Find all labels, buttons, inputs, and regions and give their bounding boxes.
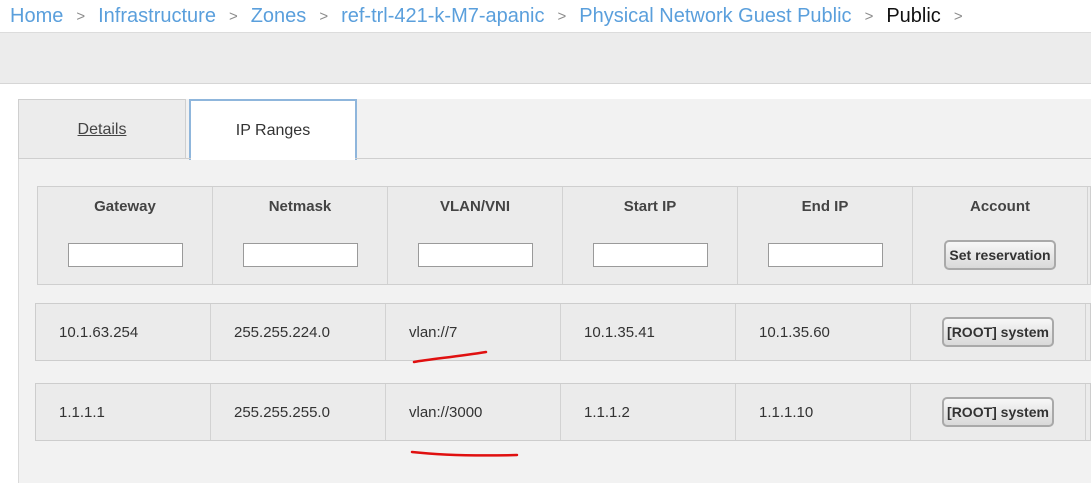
cell-start-ip: 1.1.1.2 [561, 384, 736, 440]
breadcrumb-infrastructure[interactable]: Infrastructure [98, 5, 216, 28]
form-cell-end-ip [738, 225, 913, 284]
vlan-input[interactable] [417, 242, 533, 267]
tab-details-label: Details [77, 120, 127, 138]
column-header-end-ip: End IP [738, 187, 913, 225]
add-range-form: Set reservation [37, 225, 1091, 285]
column-header-netmask: Netmask [213, 187, 388, 225]
start-ip-input[interactable] [592, 242, 708, 267]
account-button[interactable]: [ROOT] system [942, 397, 1054, 427]
chevron-right-icon: > [76, 7, 86, 25]
gateway-input[interactable] [67, 242, 183, 267]
account-button[interactable]: [ROOT] system [942, 317, 1054, 347]
form-cell-netmask [213, 225, 388, 284]
breadcrumb-physical-network[interactable]: Physical Network Guest Public [579, 5, 851, 28]
cell-vlan: vlan://7 [386, 304, 561, 360]
chevron-right-icon: > [319, 7, 329, 25]
column-header-start-ip: Start IP [563, 187, 738, 225]
form-cell-gateway [38, 225, 213, 284]
chevron-right-icon: > [953, 7, 963, 25]
chevron-right-icon: > [557, 7, 567, 25]
table-row: 10.1.63.254 255.255.224.0 vlan://7 10.1.… [35, 303, 1091, 361]
breadcrumb-zones[interactable]: Zones [251, 5, 307, 28]
cell-account: [ROOT] system [911, 304, 1086, 360]
table-header: Gateway Netmask VLAN/VNI Start IP End IP… [37, 186, 1091, 226]
cell-gateway: 1.1.1.1 [36, 384, 211, 440]
cell-end-ip: 1.1.1.10 [736, 384, 911, 440]
cell-gateway: 10.1.63.254 [36, 304, 211, 360]
cell-start-ip: 10.1.35.41 [561, 304, 736, 360]
cell-netmask: 255.255.224.0 [211, 304, 386, 360]
set-reservation-button[interactable]: Set reservation [944, 239, 1056, 270]
tab-divider [18, 158, 1091, 159]
form-cell-account: Set reservation [913, 225, 1088, 284]
tab-ip-ranges[interactable]: IP Ranges [189, 99, 357, 160]
tab-divider-gap [191, 158, 355, 160]
chevron-right-icon: > [864, 7, 874, 25]
netmask-input[interactable] [242, 242, 358, 267]
form-cell-vlan [388, 225, 563, 284]
breadcrumb: Home > Infrastructure > Zones > ref-trl-… [0, 0, 1091, 32]
toolbar-strip [0, 32, 1091, 84]
tab-details[interactable]: Details [18, 99, 186, 159]
table-row: 1.1.1.1 255.255.255.0 vlan://3000 1.1.1.… [35, 383, 1091, 441]
cell-end-ip: 10.1.35.60 [736, 304, 911, 360]
end-ip-input[interactable] [767, 242, 883, 267]
column-header-gateway: Gateway [38, 187, 213, 225]
column-header-vlan: VLAN/VNI [388, 187, 563, 225]
cell-netmask: 255.255.255.0 [211, 384, 386, 440]
breadcrumb-current: Public [886, 4, 941, 27]
column-header-account: Account [913, 187, 1088, 225]
chevron-right-icon: > [228, 7, 238, 25]
form-cell-start-ip [563, 225, 738, 284]
breadcrumb-home[interactable]: Home [10, 5, 63, 28]
cell-account: [ROOT] system [911, 384, 1086, 440]
cell-vlan: vlan://3000 [386, 384, 561, 440]
tab-ip-ranges-label: IP Ranges [235, 121, 311, 139]
breadcrumb-zone[interactable]: ref-trl-421-k-M7-apanic [341, 5, 544, 28]
